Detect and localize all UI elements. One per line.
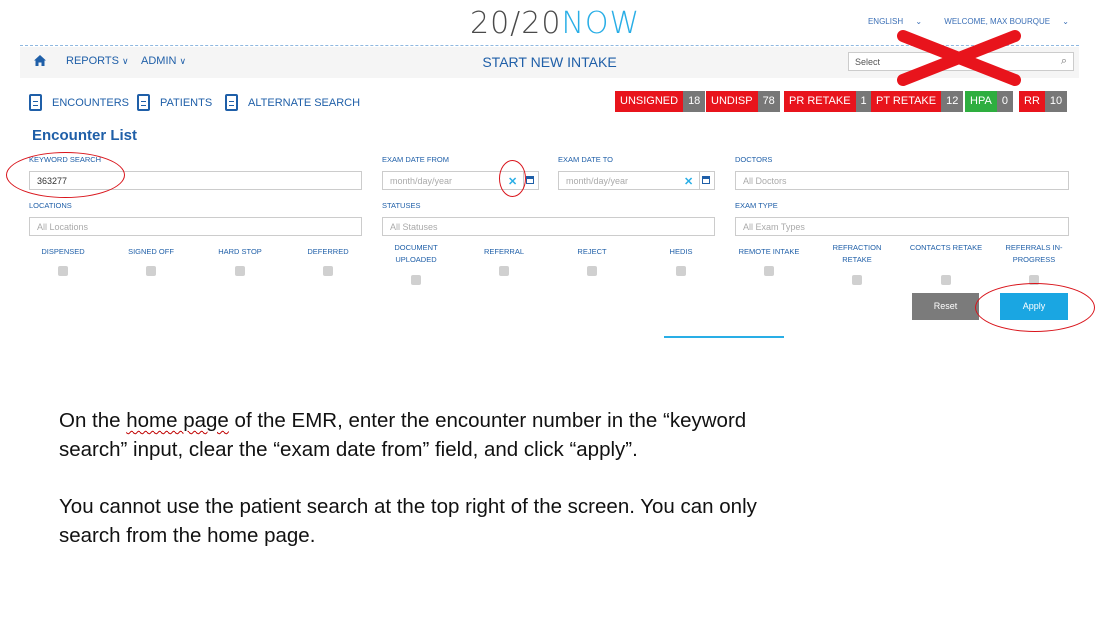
badge-count: 0 (996, 91, 1013, 112)
keyword-circle-annotation (6, 152, 125, 198)
encounters-tab[interactable]: ENCOUNTERS (29, 94, 129, 111)
checkbox-signed-off[interactable] (146, 266, 156, 276)
badge-hpa[interactable]: HPA 0 (965, 91, 1013, 112)
document-icon (137, 94, 150, 111)
chevron-down-icon: ⌄ (915, 17, 923, 26)
checkbox-label-document-uploaded: DOCUMENT UPLOADED (394, 243, 438, 264)
badge-label: PT RETAKE (871, 91, 942, 112)
checkbox-label-hedis: HEDIS (669, 247, 693, 256)
checkbox-contacts-retake[interactable] (941, 275, 951, 285)
exam-date-to-placeholder: month/day/year (566, 176, 629, 186)
statuses-label: STATUSES (382, 201, 421, 210)
patients-label: PATIENTS (160, 96, 213, 109)
badge-undisp[interactable]: UNDISP 78 (706, 91, 780, 112)
checkbox-label-referral: REFERRAL (483, 247, 524, 256)
language-selector[interactable]: ENGLISH ⌄ (858, 17, 922, 26)
exam-type-label: EXAM TYPE (735, 201, 778, 210)
alternate-search-tab[interactable]: ALTERNATE SEARCH (225, 94, 360, 111)
instruction-line-1: On the home page of the EMR, enter the e… (59, 406, 746, 435)
instruction-text: of the EMR, enter the encounter number i… (228, 409, 747, 432)
patients-tab[interactable]: PATIENTS (137, 94, 212, 111)
locations-select[interactable]: All Locations (29, 217, 362, 236)
encounter-list-heading: Encounter List (32, 127, 138, 144)
badge-rr[interactable]: RR 10 (1019, 91, 1068, 112)
logo-text-now: NOW (561, 6, 641, 41)
checkbox-label-dispensed: DISPENSED (41, 247, 85, 256)
checkbox-label-contacts-retake: CONTACTS RETAKE (909, 243, 983, 252)
app-logo: 20/20NOW (470, 6, 640, 41)
checkbox-label-refraction-retake: REFRACTION RETAKE (832, 243, 882, 264)
instruction-text: On the (59, 409, 127, 432)
checkbox-refraction-retake[interactable] (852, 275, 862, 285)
apply-circle-annotation (975, 283, 1095, 332)
red-x-annotation (897, 30, 1021, 86)
checkbox-label-reject: REJECT (577, 247, 607, 256)
checkbox-label-hard-stop: HARD STOP (218, 247, 262, 256)
doctors-label: DOCTORS (735, 155, 773, 164)
checkbox-label-remote-intake: REMOTE INTAKE (738, 247, 800, 256)
logo-text-2020: 20/20 (470, 6, 562, 41)
checkbox-remote-intake[interactable] (764, 266, 774, 276)
checkbox-label-signed-off: SIGNED OFF (128, 247, 174, 256)
badge-count: 1 (855, 91, 872, 112)
document-icon (29, 94, 42, 111)
clear-exam-date-to-icon[interactable]: ✕ (684, 175, 693, 188)
top-links: ENGLISH ⌄ WELCOME, MAX BOURQUE ⌄ (848, 17, 1069, 26)
encounters-label: ENCOUNTERS (52, 96, 130, 109)
calendar-icon[interactable] (699, 171, 712, 190)
checkbox-dispensed[interactable] (58, 266, 68, 276)
badge-count: 18 (683, 91, 706, 112)
badge-pt-retake[interactable]: PT RETAKE 12 (871, 91, 964, 112)
badge-unsigned[interactable]: UNSIGNED 18 (615, 91, 706, 112)
checkbox-referral[interactable] (499, 266, 509, 276)
patient-search-placeholder: Select (855, 57, 881, 67)
exam-date-from-placeholder: month/day/year (390, 176, 453, 186)
search-icon: ⌕ (1060, 55, 1067, 67)
locations-label: LOCATIONS (29, 201, 72, 210)
welcome-label: WELCOME, MAX BOURQUE (944, 17, 1051, 26)
checkbox-deferred[interactable] (323, 266, 333, 276)
clear-date-circle-annotation (499, 160, 526, 197)
alternate-search-label: ALTERNATE SEARCH (248, 96, 361, 109)
user-menu[interactable]: WELCOME, MAX BOURQUE ⌄ (934, 17, 1069, 26)
language-label: ENGLISH (867, 17, 904, 26)
chevron-down-icon: ⌄ (1062, 17, 1069, 26)
exam-date-from-label: EXAM DATE FROM (382, 155, 449, 164)
checkbox-label-referrals-in-progress: REFERRALS IN-PROGRESS (1005, 243, 1063, 264)
checkbox-reject[interactable] (587, 266, 597, 276)
exam-date-to-label: EXAM DATE TO (558, 155, 614, 164)
checkbox-hard-stop[interactable] (235, 266, 245, 276)
reset-button[interactable]: Reset (912, 293, 979, 320)
instruction-text-misspelling: home page (126, 409, 229, 432)
badge-label: UNSIGNED (615, 91, 684, 112)
badge-pr-retake[interactable]: PR RETAKE 1 (784, 91, 872, 112)
badge-count: 12 (941, 91, 964, 112)
document-icon (225, 94, 238, 111)
badge-label: PR RETAKE (784, 91, 856, 112)
badge-label: UNDISP (706, 91, 758, 112)
checkbox-hedis[interactable] (676, 266, 686, 276)
checkbox-label-deferred: DEFERRED (307, 247, 349, 256)
instruction-line-2: search” input, clear the “exam date from… (59, 438, 638, 461)
instruction-line-4: search from the home page. (59, 524, 316, 547)
doctors-select[interactable]: All Doctors (735, 171, 1069, 190)
loading-bar (664, 336, 784, 338)
instruction-line-3: You cannot use the patient search at the… (59, 495, 757, 518)
statuses-select[interactable]: All Statuses (382, 217, 715, 236)
badge-label: RR (1019, 91, 1045, 112)
badge-label: HPA (965, 91, 997, 112)
badge-count: 78 (757, 91, 780, 112)
badge-count: 10 (1044, 91, 1068, 112)
exam-type-select[interactable]: All Exam Types (735, 217, 1069, 236)
checkbox-document-uploaded[interactable] (411, 275, 421, 285)
